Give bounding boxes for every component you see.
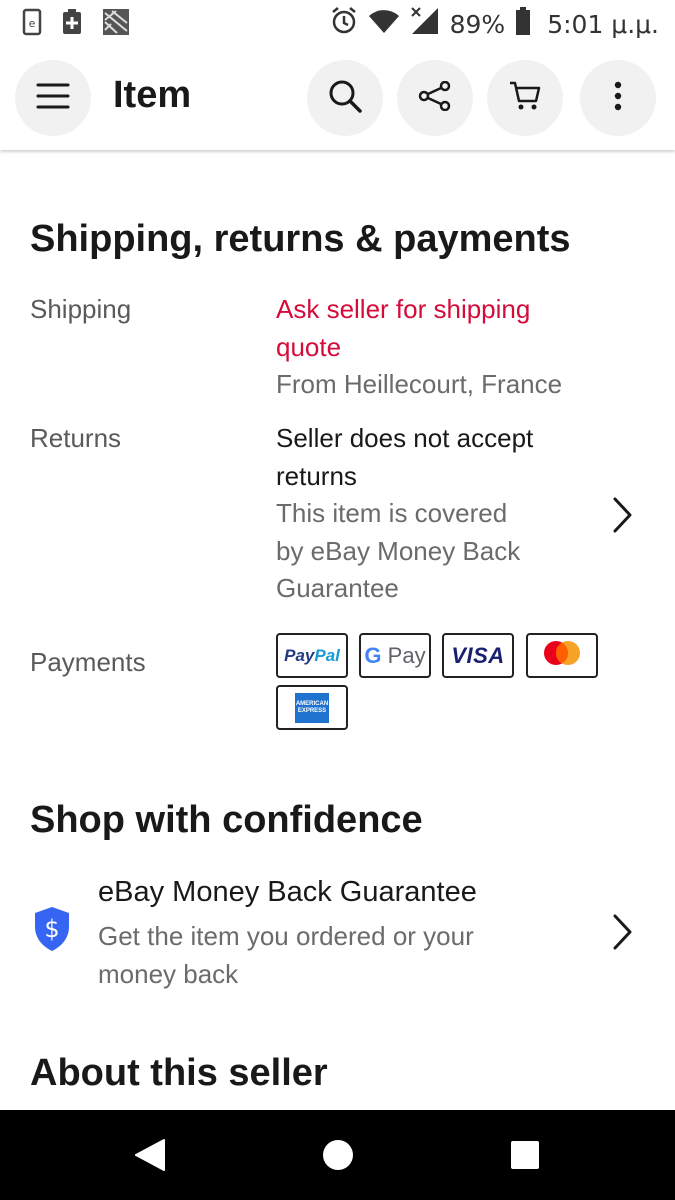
back-icon[interactable] — [134, 1138, 166, 1177]
app-bar: Item — [0, 46, 675, 150]
guarantee-description-line-2: money back — [98, 958, 239, 989]
returns-note-line-3: Guarantee — [276, 573, 399, 603]
visa-badge: VISA — [442, 633, 514, 678]
svg-text:$: $ — [44, 915, 59, 943]
about-seller-section-title: About this seller — [30, 1052, 328, 1094]
recents-icon[interactable] — [510, 1140, 540, 1175]
menu-button[interactable] — [15, 60, 91, 136]
returns-chevron-right-icon[interactable] — [612, 496, 634, 539]
page-title: Item — [113, 74, 192, 116]
returns-label: Returns — [30, 423, 122, 453]
returns-note-line-1: This item is covered — [276, 498, 508, 528]
returns-value[interactable]: Seller does not accept returns This item… — [276, 420, 533, 608]
notification-plus-icon — [62, 8, 82, 36]
battery-icon — [515, 7, 531, 42]
signal-icon — [410, 6, 440, 43]
shipping-origin: From Heillecourt, France — [276, 369, 563, 399]
guarantee-chevron-right-icon[interactable] — [612, 913, 634, 956]
payments-label: Payments — [30, 647, 146, 677]
shipping-label: Shipping — [30, 294, 132, 324]
shipping-value-line-2[interactable]: quote — [276, 329, 562, 367]
money-back-guarantee-row[interactable]: $ eBay Money Back Guarantee Get the item… — [0, 870, 675, 1000]
cart-button[interactable] — [487, 60, 563, 136]
shield-dollar-icon: $ — [33, 906, 71, 957]
alarm-icon — [330, 6, 358, 43]
mastercard-logo — [539, 639, 585, 672]
share-icon — [418, 80, 452, 116]
notification-icons: e — [22, 8, 130, 36]
system-status: 89% 5:01 μ.μ. — [330, 6, 659, 43]
amex-logo: AMERICAN EXPRESS — [295, 692, 329, 723]
item-details-content: Shipping, returns & payments Shipping As… — [0, 150, 675, 1110]
paypal-logo: PayPal — [284, 645, 340, 665]
battery-percent: 89% — [449, 10, 506, 39]
more-vert-icon — [614, 81, 622, 116]
paypal-badge: PayPal — [276, 633, 348, 678]
guarantee-description: Get the item you ordered or your money b… — [98, 918, 558, 993]
clock: 5:01 μ.μ. — [547, 10, 659, 39]
visa-logo: VISA — [451, 642, 505, 668]
amex-badge: AMERICAN EXPRESS — [276, 685, 348, 730]
svg-text:e: e — [29, 17, 36, 30]
status-bar: e 89% 5:01 μ.μ. — [0, 0, 675, 46]
mastercard-badge — [526, 633, 598, 678]
confidence-section-title: Shop with confidence — [30, 799, 423, 841]
notification-app-icon: e — [22, 8, 42, 36]
cart-icon — [508, 80, 542, 117]
returns-note-line-2: by eBay Money Back — [276, 535, 521, 566]
returns-value-line-1: Seller does not accept — [276, 423, 534, 453]
shipping-section-title: Shipping, returns & payments — [30, 218, 571, 260]
share-button[interactable] — [397, 60, 473, 136]
returns-value-line-2: returns — [276, 460, 357, 491]
search-button[interactable] — [307, 60, 383, 136]
menu-icon — [36, 82, 70, 115]
shipping-value-line-1[interactable]: Ask seller for shipping — [276, 291, 562, 329]
guarantee-title: eBay Money Back Guarantee — [98, 876, 477, 908]
guarantee-description-line-1: Get the item you ordered or your — [98, 921, 474, 951]
wifi-icon — [368, 8, 400, 41]
google-pay-logo: G Pay — [364, 642, 426, 668]
google-pay-badge: G Pay — [359, 633, 431, 678]
system-navigation-bar — [0, 1110, 675, 1200]
more-options-button[interactable] — [580, 60, 656, 136]
shipping-value[interactable]: Ask seller for shipping quote From Heill… — [276, 291, 562, 404]
notification-image-icon — [102, 8, 130, 36]
home-icon[interactable] — [322, 1139, 354, 1176]
search-icon — [328, 79, 362, 118]
